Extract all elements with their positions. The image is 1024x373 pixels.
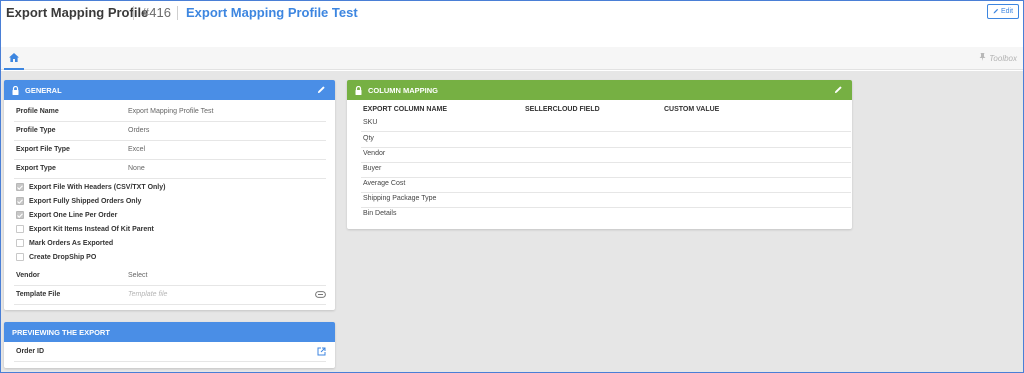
preview-panel-header: PREVIEWING THE EXPORT	[4, 322, 335, 342]
field-row-template-file: Template File Template file	[14, 287, 326, 305]
general-panel-title: GENERAL	[25, 85, 62, 95]
title-divider	[133, 6, 134, 20]
page-header: Export Mapping Profile #416 Export Mappi…	[1, 1, 1023, 47]
vendor-label: Vendor	[16, 272, 40, 279]
title-divider	[177, 6, 178, 20]
checkbox-create-dropship-po[interactable]: Create DropShip PO	[16, 253, 96, 261]
field-label: Export Type	[16, 165, 56, 172]
checkbox-label: Export Kit Items Instead Of Kit Parent	[29, 225, 154, 233]
profile-name-title: Export Mapping Profile Test	[186, 5, 358, 20]
template-file-input[interactable]: Template file	[128, 291, 167, 298]
field-value: Export Mapping Profile Test	[128, 108, 214, 115]
template-file-label: Template File	[16, 291, 61, 298]
field-row-profile-type: Profile Type Orders	[14, 123, 326, 141]
checkbox-unchecked[interactable]	[16, 225, 24, 233]
field-label: Export File Type	[16, 146, 70, 153]
field-value: Excel	[128, 146, 146, 153]
checkbox-unchecked[interactable]	[16, 239, 24, 247]
external-link-icon[interactable]	[317, 347, 326, 358]
pencil-icon	[993, 8, 999, 16]
field-row-order-id: Order ID	[14, 344, 326, 362]
column-header-sellercloud-field: SELLERCLOUD FIELD	[525, 106, 600, 113]
checkbox-checked[interactable]	[16, 197, 24, 205]
paperclip-icon[interactable]	[315, 291, 326, 300]
field-value: Orders	[128, 127, 150, 134]
column-name-cell: Vendor	[363, 150, 386, 157]
app-window: Export Mapping Profile #416 Export Mappi…	[0, 0, 1024, 373]
checkbox-label: Export One Line Per Order	[29, 211, 118, 219]
field-value: None	[128, 165, 145, 172]
column-mapping-title: COLUMN MAPPING	[368, 85, 438, 95]
order-id-label: Order ID	[16, 348, 45, 355]
column-mapping-header: COLUMN MAPPING	[347, 80, 852, 100]
tab-home[interactable]	[4, 47, 24, 70]
checkbox-export-with-headers[interactable]: Export File With Headers (CSV/TXT Only)	[16, 183, 165, 191]
checkbox-unchecked[interactable]	[16, 253, 24, 261]
tab-bar: Toolbox	[1, 47, 1023, 70]
checkbox-checked[interactable]	[16, 183, 24, 191]
page-title: Export Mapping Profile	[6, 5, 149, 20]
checkbox-mark-exported[interactable]: Mark Orders As Exported	[16, 239, 113, 247]
lock-icon	[355, 85, 362, 95]
general-panel-header: GENERAL	[4, 80, 335, 100]
checkbox-checked[interactable]	[16, 211, 24, 219]
table-row: Shipping Package Type	[361, 193, 851, 208]
field-row-profile-name: Profile Name Export Mapping Profile Test	[14, 105, 326, 122]
lock-icon	[12, 85, 19, 95]
column-header-export-name: EXPORT COLUMN NAME	[363, 106, 447, 113]
general-panel: GENERAL Profile Name Export Mapping Prof…	[4, 80, 335, 310]
column-header-custom-value: CUSTOM VALUE	[664, 106, 720, 113]
pin-icon	[979, 53, 986, 63]
vendor-select[interactable]: Select	[128, 272, 147, 279]
checkbox-one-line-per-order[interactable]: Export One Line Per Order	[16, 211, 117, 219]
edit-button-label: Edit	[1000, 8, 1014, 15]
checkbox-label: Export File With Headers (CSV/TXT Only)	[29, 183, 166, 191]
column-name-cell: Shipping Package Type	[363, 195, 437, 202]
toolbox-label: Toolbox	[989, 53, 1017, 63]
toolbox-button[interactable]: Toolbox	[979, 53, 1017, 63]
edit-button[interactable]: Edit	[987, 4, 1019, 19]
table-row: Vendor	[361, 148, 851, 163]
home-icon	[9, 49, 19, 67]
edit-general-icon[interactable]	[317, 85, 326, 96]
table-row: SKU	[361, 117, 851, 132]
column-name-cell: Average Cost	[363, 180, 406, 187]
checkbox-label: Mark Orders As Exported	[29, 239, 114, 247]
field-label: Profile Name	[16, 108, 59, 115]
table-row: Bin Details	[361, 208, 851, 223]
column-name-cell: Qty	[363, 135, 374, 142]
main-content: GENERAL Profile Name Export Mapping Prof…	[1, 71, 1023, 372]
edit-column-mapping-icon[interactable]	[834, 85, 843, 96]
preview-panel-title: PREVIEWING THE EXPORT	[12, 327, 110, 337]
column-mapping-panel: COLUMN MAPPING EXPORT COLUMN NAME SELLER…	[347, 80, 852, 229]
table-row: Buyer	[361, 163, 851, 178]
table-row: Qty	[361, 133, 851, 148]
column-name-cell: Buyer	[363, 165, 382, 172]
checkbox-label: Create DropShip PO	[29, 253, 97, 261]
checkbox-label: Export Fully Shipped Orders Only	[29, 197, 142, 205]
column-name-cell: Bin Details	[363, 210, 397, 217]
field-row-export-type: Export Type None	[14, 161, 326, 179]
preview-panel: PREVIEWING THE EXPORT Order ID	[4, 322, 335, 368]
checkbox-fully-shipped-only[interactable]: Export Fully Shipped Orders Only	[16, 197, 141, 205]
field-row-export-file-type: Export File Type Excel	[14, 142, 326, 160]
column-name-cell: SKU	[363, 119, 378, 126]
table-row: Average Cost	[361, 178, 851, 193]
field-row-vendor: Vendor Select	[14, 267, 326, 286]
checkbox-kit-items[interactable]: Export Kit Items Instead Of Kit Parent	[16, 225, 154, 233]
profile-number: #416	[142, 5, 171, 20]
field-label: Profile Type	[16, 127, 56, 134]
